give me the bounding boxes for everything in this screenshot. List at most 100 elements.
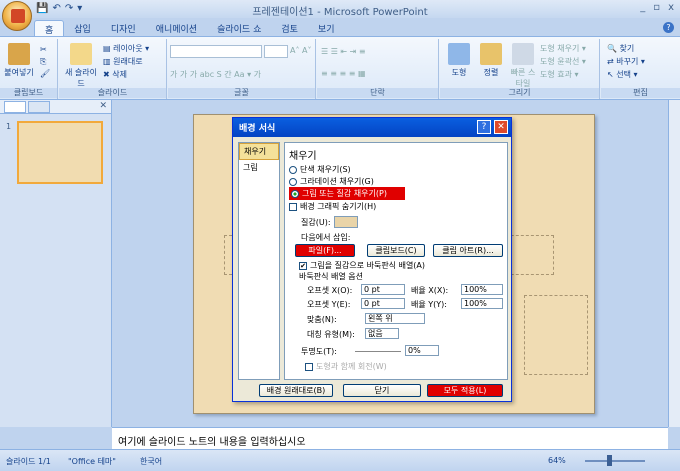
- select-button[interactable]: ↖ 선택 ▾: [607, 69, 638, 80]
- cut-icon[interactable]: ✂: [40, 45, 47, 54]
- quick-styles-button[interactable]: 빠른 스타일: [508, 43, 538, 89]
- new-slide-button[interactable]: 새 슬라이드: [63, 43, 99, 89]
- maximize-button[interactable]: ▫: [653, 2, 660, 13]
- scale-x-label: 배율 X(X):: [411, 286, 449, 295]
- dialog-title: 배경 서식: [233, 118, 511, 137]
- quick-styles-icon: [512, 43, 534, 65]
- dialog-close-btn[interactable]: 닫기: [343, 384, 421, 397]
- tab-view[interactable]: 보기: [308, 20, 345, 36]
- dialog-help-button[interactable]: ?: [477, 120, 491, 134]
- texture-picker[interactable]: [333, 216, 358, 228]
- scale-y-label: 배율 Y(Y):: [411, 300, 447, 309]
- font-grow-icon[interactable]: A˄ A˅: [290, 46, 312, 55]
- language: 한국어: [140, 457, 163, 466]
- theme-name: "Office 테마": [68, 457, 116, 466]
- category-list: 채우기 그림: [238, 142, 280, 380]
- scale-y-field[interactable]: 100%: [461, 298, 503, 309]
- slide-thumbnail[interactable]: [17, 121, 103, 184]
- file-button[interactable]: 파일(F)...: [295, 244, 355, 257]
- shape-outline-button[interactable]: 도형 윤곽선 ▾: [540, 56, 586, 67]
- texture-row: 질감(U):: [301, 216, 358, 228]
- tile-checkbox[interactable]: ✔ 그림을 질감으로 바둑판식 배열(A): [299, 260, 425, 271]
- copy-icon[interactable]: ⎘: [40, 57, 46, 67]
- paste-icon: [8, 43, 30, 65]
- layout-button[interactable]: ▤ 레이아웃 ▾: [103, 43, 149, 54]
- shape-fill-button[interactable]: 도형 채우기 ▾: [540, 43, 586, 54]
- delete-button[interactable]: ✖ 삭제: [103, 69, 127, 80]
- clipboard-button[interactable]: 클립보드(C): [367, 244, 425, 257]
- align-select[interactable]: 왼쪽 위: [365, 313, 425, 324]
- group-clipboard: 붙여넣기 ✂ ⎘ 🖌 클립보드: [0, 39, 58, 99]
- group-drawing: 도형 정렬 빠른 스타일 도형 채우기 ▾ 도형 윤곽선 ▾ 도형 효과 ▾ 그…: [440, 39, 600, 99]
- checkbox-icon: [305, 362, 313, 371]
- offset-x-field[interactable]: 0 pt: [361, 284, 405, 295]
- list-icons: ☰ ☰ ⇤ ⇥ ≡: [321, 47, 366, 56]
- tab-outline[interactable]: [28, 101, 50, 113]
- office-logo-icon: [11, 9, 25, 23]
- close-pane-icon[interactable]: ✕: [99, 101, 107, 111]
- rotate-checkbox[interactable]: 도형과 함께 회전(W): [305, 361, 387, 372]
- radio-icon: [291, 189, 299, 198]
- gradient-fill-option[interactable]: 그라데이션 채우기(G): [289, 176, 374, 187]
- offset-y-field[interactable]: 0 pt: [361, 298, 405, 309]
- solid-fill-option[interactable]: 단색 채우기(S): [289, 164, 351, 175]
- tab-slides[interactable]: [4, 101, 26, 113]
- font-name-select[interactable]: [170, 45, 262, 58]
- tab-review[interactable]: 검토: [271, 20, 308, 36]
- checkbox-icon: ✔: [299, 261, 307, 270]
- title-bar: 💾 ↶ ↷ ▾ 프레젠테이션1 - Microsoft PowerPoint _…: [0, 0, 680, 18]
- tab-design[interactable]: 디자인: [101, 20, 146, 36]
- help-icon[interactable]: ?: [663, 22, 674, 33]
- hide-bg-checkbox[interactable]: 배경 그래픽 숨기기(H): [289, 201, 376, 212]
- notes-pane[interactable]: 여기에 슬라이드 노트의 내용을 입력하십시오: [112, 427, 668, 449]
- picture-fill-option[interactable]: 그림 또는 질감 채우기(P): [289, 187, 405, 200]
- offset-y-label: 오프셋 Y(E):: [307, 300, 351, 309]
- window-title: 프레젠테이션1 - Microsoft PowerPoint: [252, 7, 428, 18]
- office-button[interactable]: [2, 1, 32, 31]
- zoom-slider[interactable]: [585, 460, 645, 462]
- tab-animation[interactable]: 애니메이션: [146, 20, 207, 36]
- transparency-slider[interactable]: [355, 351, 401, 352]
- shape-button[interactable]: 도형: [444, 43, 474, 78]
- tab-insert[interactable]: 삽입: [64, 20, 101, 36]
- minimize-button[interactable]: _: [640, 2, 645, 13]
- group-label: 글꼴: [168, 88, 315, 98]
- font-size-select[interactable]: [264, 45, 288, 58]
- group-label: 단락: [317, 88, 438, 98]
- category-picture[interactable]: 그림: [239, 160, 279, 175]
- category-fill[interactable]: 채우기: [239, 143, 279, 160]
- radio-icon: [289, 177, 297, 186]
- slide-number: 1: [6, 122, 12, 131]
- tab-home[interactable]: 홈: [34, 20, 65, 36]
- find-button[interactable]: 🔍 찾기: [607, 43, 634, 54]
- format-background-dialog: 배경 서식 ? ✕ 채우기 그림 채우기 단색 채우기(S) 그라데이션 채우기…: [232, 117, 512, 402]
- status-bar: 슬라이드 1/1 "Office 테마" 한국어 64%: [0, 449, 680, 471]
- pane-tabs: ✕: [0, 100, 111, 114]
- align-icons: ≡ ≡ ≡ ≡ ▦: [321, 69, 366, 78]
- scale-x-field[interactable]: 100%: [461, 284, 503, 295]
- reset-button[interactable]: ▥ 원래대로: [103, 56, 143, 67]
- transparency-label: 투명도(T):: [301, 347, 337, 356]
- dialog-close-button[interactable]: ✕: [494, 120, 508, 134]
- zoom-slider-thumb[interactable]: [607, 455, 612, 466]
- group-label: 슬라이드: [59, 88, 166, 98]
- zoom-level: 64%: [548, 456, 566, 465]
- vertical-scrollbar[interactable]: [668, 100, 680, 427]
- apply-all-button[interactable]: 모두 적용(L): [427, 384, 503, 397]
- shape-effects-button[interactable]: 도형 효과 ▾: [540, 69, 579, 80]
- clipart-button[interactable]: 클립 아트(R)...: [433, 244, 503, 257]
- subtitle-placeholder[interactable]: [524, 295, 588, 375]
- reset-background-button[interactable]: 배경 원래대로(B): [259, 384, 333, 397]
- group-label: 그리기: [440, 88, 599, 98]
- format-painter-icon[interactable]: 🖌: [40, 69, 50, 78]
- replace-button[interactable]: ⇄ 바꾸기 ▾: [607, 56, 645, 67]
- radio-icon: [289, 165, 297, 174]
- tab-slideshow[interactable]: 슬라이드 쇼: [207, 20, 271, 36]
- mirror-select[interactable]: 없음: [365, 328, 399, 339]
- paste-button[interactable]: 붙여넣기: [4, 43, 34, 78]
- offset-x-label: 오프셋 X(O):: [307, 286, 353, 295]
- transparency-field[interactable]: 0%: [405, 345, 439, 356]
- font-format-icons: 가 가 가 abc S 간 Aa ▾ 가: [170, 70, 261, 79]
- close-button[interactable]: x: [668, 2, 674, 13]
- arrange-button[interactable]: 정렬: [476, 43, 506, 78]
